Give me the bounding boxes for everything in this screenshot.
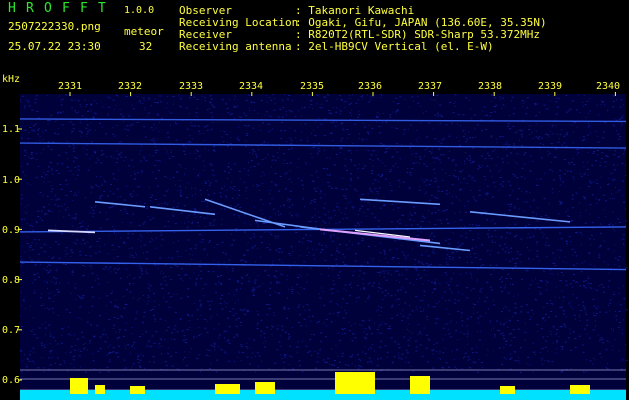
activity-bar — [410, 376, 430, 394]
activity-bar — [130, 386, 145, 394]
activity-bar — [70, 378, 88, 394]
activity-bar — [500, 386, 515, 394]
activity-bar — [570, 385, 590, 394]
activity-base — [20, 390, 626, 400]
activity-bar — [335, 372, 375, 394]
activity-bar — [95, 385, 105, 394]
activity-bar — [255, 382, 275, 394]
spectrogram-plot — [18, 92, 628, 400]
activity-bar — [215, 384, 240, 394]
